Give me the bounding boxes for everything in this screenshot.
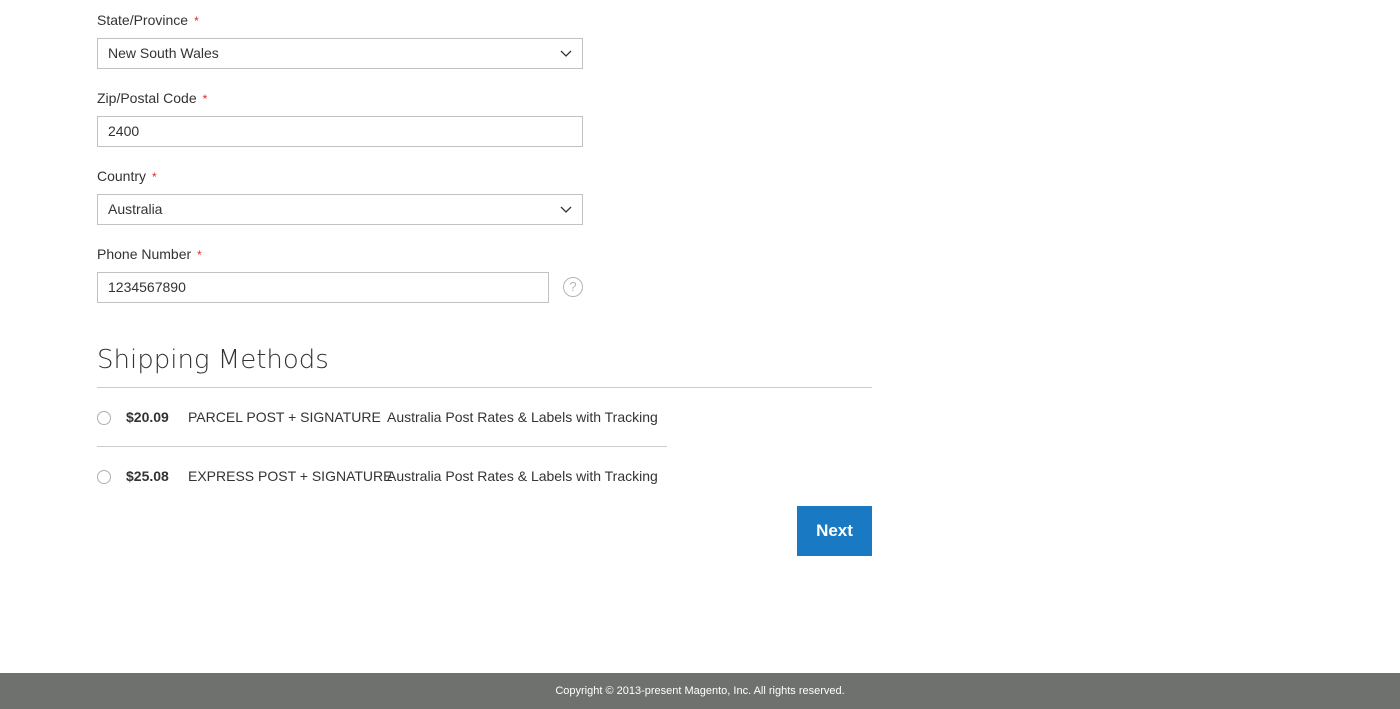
zip-label: Zip/Postal Code *	[97, 90, 208, 106]
shipping-methods-title: Shipping Methods	[97, 345, 329, 375]
country-field: Country * Australia	[97, 166, 583, 225]
state-label: State/Province *	[97, 12, 199, 28]
shipping-method-name: PARCEL POST + SIGNATURE	[188, 409, 381, 425]
shipping-method-row[interactable]: $20.09 PARCEL POST + SIGNATURE Australia…	[97, 402, 667, 432]
phone-field: Phone Number * 1234567890	[97, 244, 583, 303]
zip-input[interactable]: 2400	[97, 116, 583, 147]
next-button[interactable]: Next	[797, 506, 872, 556]
required-mark: *	[197, 248, 202, 262]
copyright-text: Copyright © 2013-present Magento, Inc. A…	[555, 685, 845, 697]
shipping-carrier: Australia Post Rates & Labels with Track…	[387, 468, 658, 484]
state-select[interactable]: New South Wales	[97, 38, 583, 69]
phone-input[interactable]: 1234567890	[97, 272, 549, 303]
chevron-down-icon	[560, 50, 572, 57]
divider	[97, 446, 667, 447]
country-label: Country *	[97, 168, 157, 184]
checkout-shipping-page: State/Province * New South Wales Zip/Post…	[0, 0, 1400, 709]
divider	[97, 387, 872, 388]
required-mark: *	[202, 92, 208, 106]
required-mark: *	[152, 170, 157, 184]
required-mark: *	[194, 14, 199, 28]
footer: Copyright © 2013-present Magento, Inc. A…	[0, 673, 1400, 709]
shipping-method-name: EXPRESS POST + SIGNATURE	[188, 468, 393, 484]
shipping-carrier: Australia Post Rates & Labels with Track…	[387, 409, 658, 425]
shipping-method-radio[interactable]	[97, 411, 111, 425]
shipping-price: $25.08	[126, 468, 169, 484]
phone-label: Phone Number *	[97, 246, 202, 262]
shipping-price: $20.09	[126, 409, 169, 425]
shipping-method-row[interactable]: $25.08 EXPRESS POST + SIGNATURE Australi…	[97, 461, 667, 491]
chevron-down-icon	[560, 206, 572, 213]
question-mark-icon[interactable]: ?	[563, 277, 583, 297]
country-select[interactable]: Australia	[97, 194, 583, 225]
state-field: State/Province * New South Wales	[97, 10, 583, 69]
zip-field: Zip/Postal Code * 2400	[97, 88, 583, 147]
shipping-method-radio[interactable]	[97, 470, 111, 484]
